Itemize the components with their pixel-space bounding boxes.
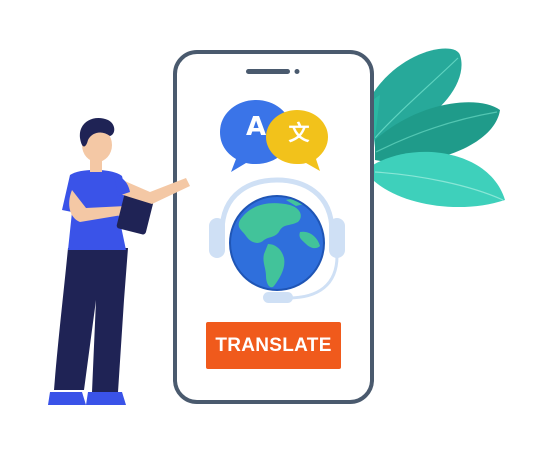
- globe-icon: [229, 195, 325, 291]
- latin-letter-glyph: A: [245, 112, 267, 142]
- translation-illustration: A 文 TRANSLATE: [0, 0, 550, 459]
- illustration-art: [48, 48, 505, 405]
- phone-camera: [294, 69, 300, 74]
- phone-speaker: [246, 69, 290, 74]
- translate-button[interactable]: TRANSLATE: [206, 322, 341, 369]
- cjk-character-glyph: 文: [288, 121, 310, 145]
- leaf-icon: [358, 48, 505, 208]
- person-figure: [48, 118, 190, 405]
